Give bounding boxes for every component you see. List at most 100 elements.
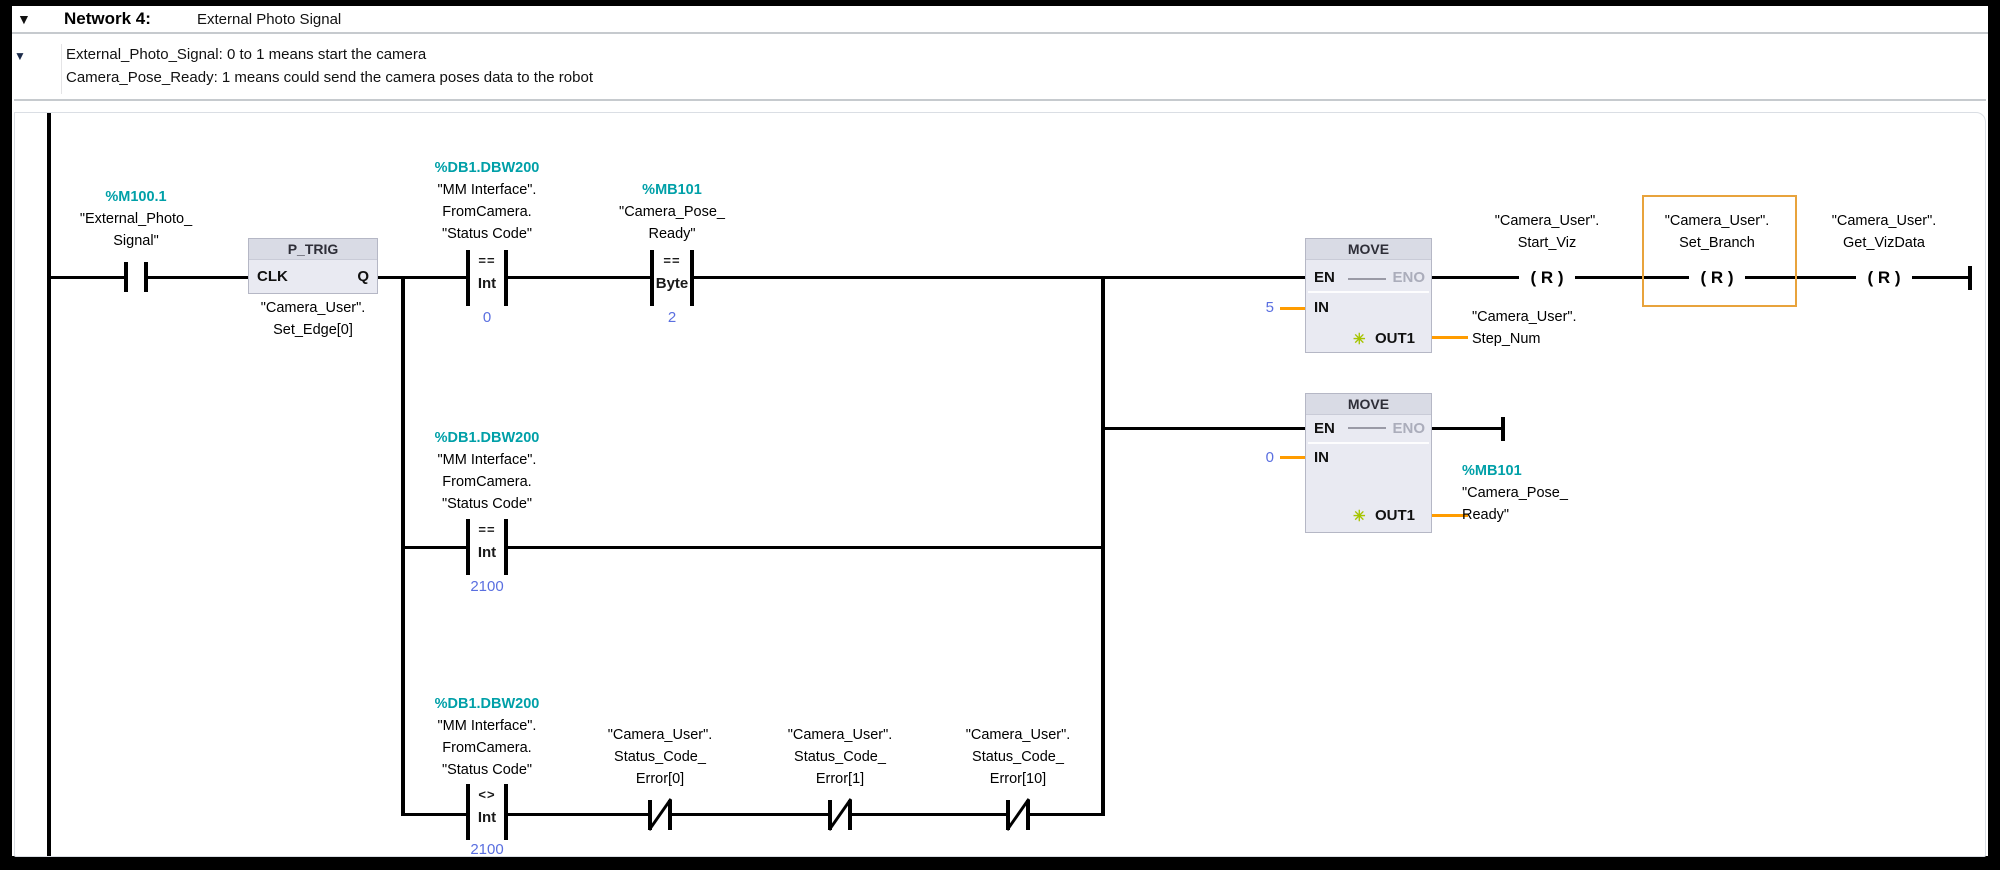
operand-name: Set_Edge[0] — [261, 319, 366, 341]
operand-name: "Camera_User". — [261, 297, 366, 319]
header-separator — [12, 32, 1988, 34]
operand-name: Status_Code_ — [788, 746, 893, 768]
move-en-port[interactable]: EN — [1314, 420, 1335, 437]
operand-start-viz[interactable]: "Camera_User". Start_Viz — [1495, 210, 1600, 254]
operand-camera-pose-ready-1[interactable]: %MB101 "Camera_Pose_ Ready" — [619, 179, 725, 245]
operand-name: Ready" — [1462, 504, 1568, 526]
operand-set-branch[interactable]: "Camera_User". Set_Branch — [1665, 210, 1770, 254]
wire — [148, 276, 248, 279]
cmp-type: Int — [466, 809, 508, 826]
move1-in-value[interactable]: 5 — [1240, 299, 1274, 316]
cmp-type: Int — [466, 544, 508, 561]
move-out1-port[interactable]: OUT1 — [1375, 507, 1415, 524]
network-collapse-icon[interactable]: ▼ — [17, 11, 31, 27]
en-eno-link — [1348, 278, 1386, 280]
wire — [378, 276, 466, 279]
operand-name: Error[10] — [966, 768, 1071, 790]
operand-status-code-1[interactable]: %DB1.DBW200 "MM Interface". FromCamera. … — [435, 157, 540, 245]
move-title: MOVE — [1306, 239, 1431, 260]
reset-coil-get-vizdata[interactable]: ( R ) — [1856, 265, 1912, 291]
cmp-compare-value[interactable]: 2100 — [470, 578, 503, 595]
operand-status-code-3[interactable]: %DB1.DBW200 "MM Interface". FromCamera. … — [435, 693, 540, 781]
comment-line-1[interactable]: External_Photo_Signal: 0 to 1 means star… — [66, 46, 426, 63]
operand-name: "MM Interface". — [435, 449, 540, 471]
operand-address: %DB1.DBW200 — [435, 157, 540, 179]
cmp-compare-value[interactable]: 0 — [483, 309, 491, 326]
in-wire — [1280, 456, 1305, 459]
operand-name: Step_Num — [1472, 328, 1577, 350]
operand-address: %M100.1 — [80, 186, 192, 208]
p-trig-clk-port[interactable]: CLK — [257, 268, 288, 285]
operand-address: %DB1.DBW200 — [435, 693, 540, 715]
operand-name: "Camera_User". — [1495, 210, 1600, 232]
cmp-contact-status-ne-2100[interactable]: <> Int — [466, 784, 508, 840]
network-title[interactable]: Network 4: — [64, 9, 151, 29]
operand-status-code-error-1[interactable]: "Camera_User". Status_Code_ Error[1] — [788, 724, 893, 790]
move-block-1[interactable]: MOVE EN ENO IN ✳ OUT1 — [1305, 238, 1432, 353]
comment-line-2[interactable]: Camera_Pose_Ready: 1 means could send th… — [66, 69, 593, 86]
wire — [508, 546, 1103, 549]
operand-address: %DB1.DBW200 — [435, 427, 540, 449]
operand-name: "External_Photo_ — [80, 208, 192, 230]
out-wire — [1432, 336, 1468, 339]
operand-name: FromCamera. — [435, 471, 540, 493]
operand-name: "Status Code" — [435, 223, 540, 245]
operand-name: "Camera_User". — [608, 724, 713, 746]
operand-name: FromCamera. — [435, 201, 540, 223]
rung-end-terminal — [1501, 417, 1505, 441]
operand-camera-pose-ready-2[interactable]: %MB101 "Camera_Pose_ Ready" — [1462, 460, 1568, 526]
contact-bar — [144, 262, 148, 292]
reset-coil-start-viz[interactable]: ( R ) — [1519, 265, 1575, 291]
operand-address: %MB101 — [619, 179, 725, 201]
cmp-contact-status-eq-2100[interactable]: == Int — [466, 519, 508, 575]
cmp-type: Int — [466, 275, 508, 292]
operand-status-code-error-0[interactable]: "Camera_User". Status_Code_ Error[0] — [608, 724, 713, 790]
move-eno-port[interactable]: ENO — [1392, 269, 1425, 286]
cmp-contact-pose-ready-eq-2[interactable]: == Byte — [650, 250, 694, 306]
cmp-operator: == — [650, 253, 694, 268]
wire — [508, 276, 650, 279]
cmp-compare-value[interactable]: 2 — [668, 309, 676, 326]
operand-name: Error[1] — [788, 768, 893, 790]
move-out1-port[interactable]: OUT1 — [1375, 330, 1415, 347]
no-contact-external-photo-signal[interactable] — [124, 262, 148, 292]
move-block-2[interactable]: MOVE EN ENO IN ✳ OUT1 — [1305, 393, 1432, 533]
cmp-contact-status-eq-0[interactable]: == Int — [466, 250, 508, 306]
wire — [1432, 427, 1501, 430]
operand-name: "MM Interface". — [435, 179, 540, 201]
move-in-port[interactable]: IN — [1314, 299, 1329, 316]
cmp-operator: <> — [466, 787, 508, 802]
operand-name: "Status Code" — [435, 493, 540, 515]
operand-name: Start_Viz — [1495, 232, 1600, 254]
operand-status-code-2[interactable]: %DB1.DBW200 "MM Interface". FromCamera. … — [435, 427, 540, 515]
move2-in-value[interactable]: 0 — [1240, 449, 1274, 466]
contact-bar — [124, 262, 128, 292]
operand-external-photo-signal[interactable]: %M100.1 "External_Photo_ Signal" — [80, 186, 192, 252]
operand-name: "Status Code" — [435, 759, 540, 781]
network-subtitle[interactable]: External Photo Signal — [197, 11, 341, 28]
wire — [692, 276, 1305, 279]
p-trig-block[interactable]: P_TRIG CLK Q — [248, 238, 378, 294]
cmp-compare-value[interactable]: 2100 — [470, 841, 503, 858]
operand-status-code-error-10[interactable]: "Camera_User". Status_Code_ Error[10] — [966, 724, 1071, 790]
out-param-icon: ✳ — [1353, 330, 1366, 348]
comment-collapse-icon[interactable]: ▼ — [14, 49, 26, 63]
cmp-type: Byte — [650, 275, 694, 292]
rung-end-terminal — [1968, 266, 1972, 290]
operand-name: "Camera_User". — [1832, 210, 1937, 232]
operand-set-edge[interactable]: "Camera_User". Set_Edge[0] — [261, 297, 366, 341]
out-param-icon: ✳ — [1353, 507, 1366, 525]
operand-step-num[interactable]: "Camera_User". Step_Num — [1472, 306, 1577, 350]
operand-name: "Camera_User". — [1665, 210, 1770, 232]
cmp-operator: == — [466, 253, 508, 268]
operand-address: %MB101 — [1462, 460, 1568, 482]
operand-name: "Camera_Pose_ — [1462, 482, 1568, 504]
power-rail — [47, 113, 51, 856]
move-in-port[interactable]: IN — [1314, 449, 1329, 466]
p-trig-q-port[interactable]: Q — [357, 268, 369, 285]
operand-get-vizdata[interactable]: "Camera_User". Get_VizData — [1832, 210, 1937, 254]
operand-name: Error[0] — [608, 768, 713, 790]
cmp-operator: == — [466, 522, 508, 537]
move-en-port[interactable]: EN — [1314, 269, 1335, 286]
move-eno-port[interactable]: ENO — [1392, 420, 1425, 437]
